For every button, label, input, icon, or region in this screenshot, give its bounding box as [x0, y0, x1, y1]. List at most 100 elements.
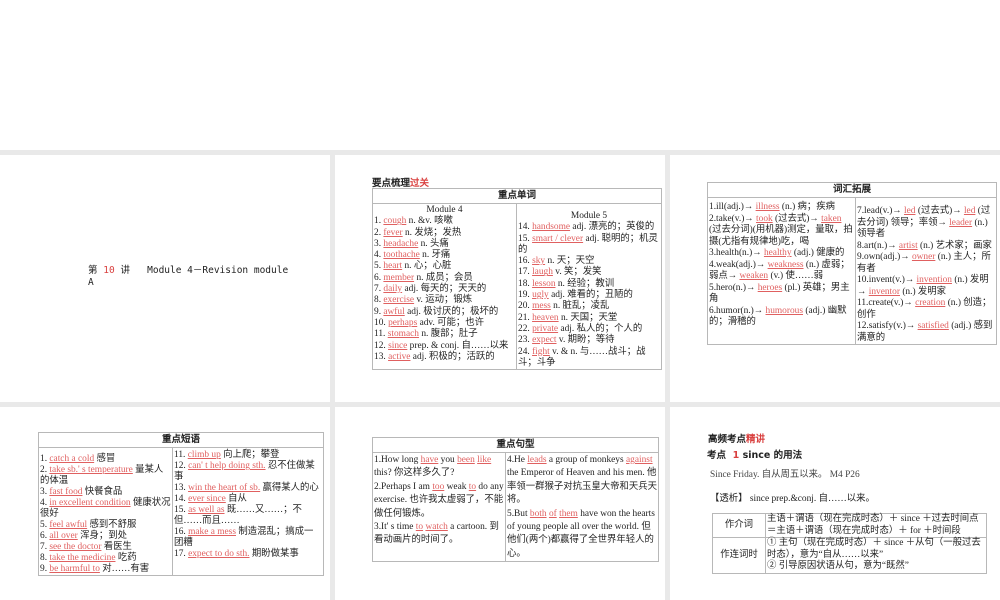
item-text: a group of monkeys: [546, 455, 626, 465]
item-text: 看医生: [101, 542, 132, 552]
row-content-line: ② 引导原因状语从句，意为“既然”: [767, 561, 909, 571]
item-text: (过去分词)(用机器)测定，量取，拍摄(尤指有规律地)吃，喝: [709, 225, 853, 247]
answer-word: invention: [916, 275, 952, 285]
list-item: 13. win the heart of sb. 赢得某人的心: [174, 483, 322, 494]
answer-word: of: [548, 508, 557, 519]
lesson-title: 第 10 讲 Module 4－Revision module A: [88, 265, 288, 289]
answer-word: led: [963, 206, 976, 216]
answer-word: see the doctor: [49, 542, 102, 552]
answer-word: leader: [949, 217, 973, 228]
item-text: 18.: [518, 278, 533, 289]
item-text: 11.: [374, 329, 388, 340]
list-item: 3.It' s time to watch a cartoon. 到看动画片的时…: [374, 521, 504, 548]
lesson-number: 10: [103, 265, 115, 276]
key-sentences-table: 重点句型 1.How long have you been like this?…: [372, 437, 659, 563]
list-item: 7. daily adj. 每天的；天天的: [374, 284, 515, 295]
item-text: 15.: [174, 505, 189, 515]
item-text: 8.art(n.)→: [857, 240, 899, 251]
slide-2[interactable]: 要点梳理过关 重点单词 Module 4 1. cough n. &v. 咳嗽 2.…: [335, 155, 665, 402]
item-text: adv. 可能；也许: [417, 317, 485, 328]
item-text: n. 经验；教训: [555, 278, 615, 289]
list-item: 2.take(v.)→ took (过去式)→ taken (过去分词)(用机器…: [709, 214, 854, 249]
item-text: 14.: [174, 494, 189, 504]
list-item: 3. fast food 快餐食品: [40, 487, 171, 498]
answer-word: satisfied: [917, 321, 949, 331]
list-item: 18. lesson n. 经验；教训: [518, 279, 660, 290]
key-phrases-table: 重点短语 1. catch a cold 感冒 2. take sb.' s te…: [38, 432, 324, 576]
item-text: 21.: [518, 312, 533, 323]
list-item: 6.humor(n.)→ humorous (adj.) 幽默的；滑稽的: [709, 306, 854, 329]
answer-word: take sb.' s temperature: [49, 465, 133, 475]
list-item: 8. exercise v. 运动；锻炼: [374, 295, 515, 306]
item-text: 17.: [518, 267, 533, 278]
item-text: 1.: [40, 454, 50, 464]
slide-1[interactable]: 第 10 讲 Module 4－Revision module A: [0, 155, 330, 402]
list-item: 2.Perhaps I am too weak to do any exerci…: [374, 481, 504, 521]
answer-word: can' t help doing sth.: [188, 461, 266, 471]
item-text: 11.create(v.)→: [857, 298, 916, 308]
item-text: n. 心；心脏: [402, 261, 452, 272]
list-item: 15. smart / clever adj. 聪明的；机灵的: [518, 234, 660, 257]
answer-word: all over: [49, 531, 78, 541]
answer-word: private: [532, 323, 559, 334]
answer-word: as well as: [188, 505, 225, 515]
answer-word: illness: [755, 202, 780, 212]
answer-word: lesson: [532, 278, 556, 289]
answer-word: led: [904, 206, 916, 216]
row-label: 作介词: [712, 513, 766, 538]
answer-word: weakness: [767, 259, 804, 270]
list-item: 10. perhaps adv. 可能；也许: [374, 318, 515, 329]
list-item: 3.health(n.)→ healthy (adj.) 健康的: [709, 248, 854, 260]
item-text: 自从: [225, 494, 247, 504]
answer-word: win the heart of sb.: [188, 483, 261, 493]
item-text: 13.: [174, 483, 189, 493]
list-item: 4.weak(adj.)→ weakness (n.) 虚弱；弱点→ weake…: [709, 260, 854, 283]
item-text: 3.It' s time: [374, 522, 416, 533]
list-item: 1. catch a cold 感冒: [40, 454, 171, 465]
list-item: 6. member n. 成员；会员: [374, 273, 515, 284]
item-text: 4.: [374, 250, 384, 261]
item-text: 23.: [518, 335, 533, 346]
slide-4[interactable]: 重点短语 1. catch a cold 感冒 2. take sb.' s te…: [0, 407, 330, 600]
answer-word: cough: [383, 216, 407, 227]
table-title: 重点短语: [39, 433, 323, 448]
list-item: 17. expect to do sth. 期盼做某事: [174, 549, 322, 560]
table-title: 词汇拓展: [708, 183, 996, 198]
table-title: 重点句型: [373, 438, 658, 453]
list-item: 14. handsome adj. 漂亮的；英俊的: [518, 222, 660, 233]
item-text: 赢得某人的心: [260, 483, 319, 493]
item-text: 16.: [518, 256, 533, 267]
blank-area: [0, 0, 1000, 150]
list-item: 17. laugh v. 笑；发笑: [518, 267, 660, 278]
item-text: 17.: [174, 549, 189, 559]
answer-word: taken: [821, 213, 842, 224]
item-text: 5.: [40, 520, 50, 530]
item-text: 9.: [40, 564, 50, 574]
answer-word: take the medicine: [49, 553, 116, 563]
answer-word: make a mess: [188, 527, 236, 537]
item-text: prep. & conj. 自……以来: [407, 340, 509, 351]
item-text: 8.: [40, 553, 50, 563]
item-text: 感冒: [94, 454, 116, 464]
answer-word: ugly: [532, 290, 549, 301]
list-item: 8.art(n.)→ artist (n.) 艺术家；画家: [857, 241, 995, 253]
point-title: 考点 1 since 的用法: [707, 447, 802, 461]
item-text: n. &v. 咳嗽: [406, 216, 453, 227]
item-text: 20.: [518, 301, 533, 312]
list-item: 9. awful adj. 极讨厌的；极坏的: [374, 307, 515, 318]
slide-5[interactable]: 重点句型 1.How long have you been like this?…: [335, 407, 665, 600]
item-text: 10.: [374, 317, 389, 328]
item-text: 12.: [374, 340, 389, 351]
item-text: 16.: [174, 527, 189, 537]
answer-word: smart / clever: [532, 233, 584, 244]
item-text: 13.: [374, 351, 389, 362]
answer-word: healthy: [763, 248, 792, 258]
item-text: 7.lead(v.)→: [857, 206, 905, 216]
section-heading: 要点梳理过关: [372, 175, 429, 189]
item-text: 2.take(v.)→: [709, 213, 757, 224]
heading-red: 精讲: [746, 434, 766, 445]
item-text: 10.invent(v.)→: [857, 275, 917, 285]
key-words-table: 重点单词 Module 4 1. cough n. &v. 咳嗽 2. fever …: [372, 188, 662, 371]
slide-3[interactable]: 词汇拓展 1.ill(adj.)→ illness (n.) 病；疾病 2.tak…: [670, 155, 1000, 402]
slide-6[interactable]: 高频考点精讲 考点 1 since 的用法 Since Friday. 自从周五…: [670, 407, 1000, 600]
